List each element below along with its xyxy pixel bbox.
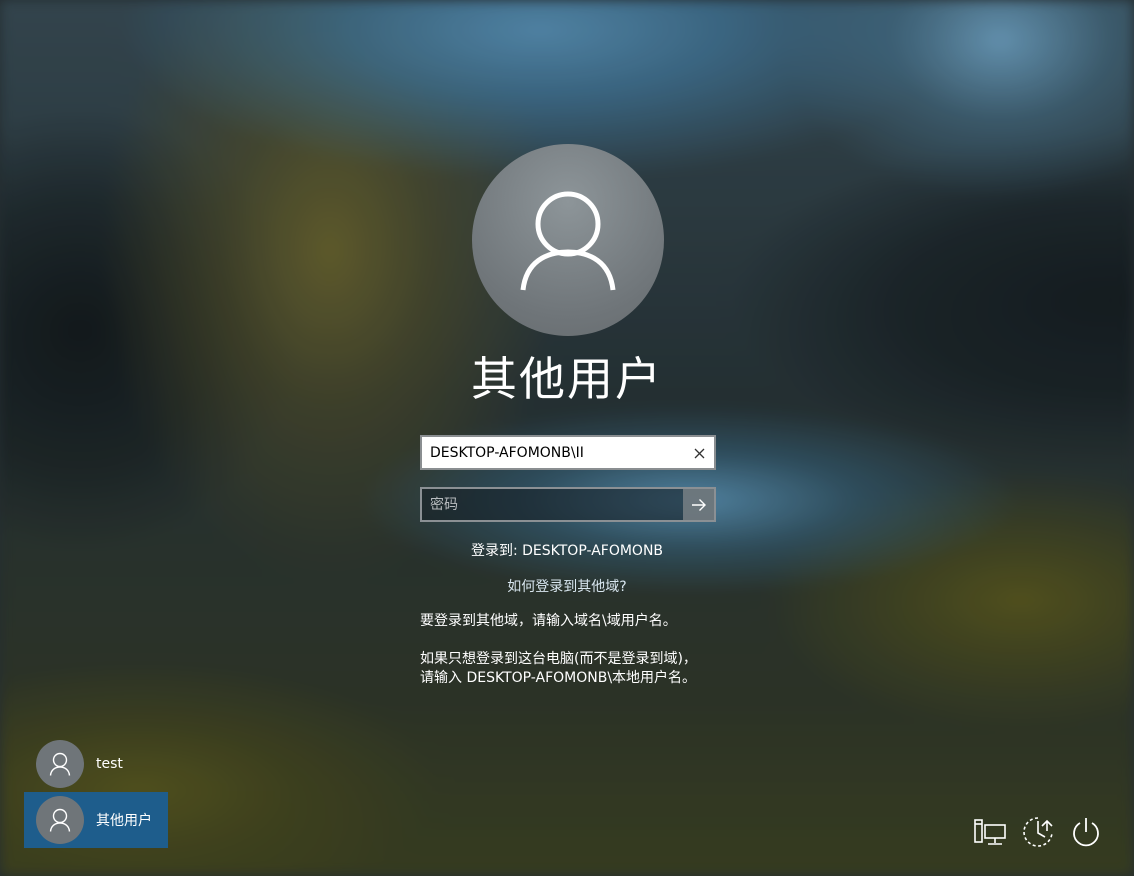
user-switch-name: 其他用户	[96, 813, 152, 829]
avatar	[36, 796, 84, 844]
user-name-title: 其他用户	[471, 352, 663, 406]
submit-button[interactable]	[683, 489, 714, 520]
arrow-right-icon	[691, 498, 706, 511]
clear-button[interactable]	[690, 444, 708, 462]
lock-screen: 其他用户 登录到: DESKTOP-AFOMONB 如何登录到其他域? 要登录到…	[0, 0, 1134, 876]
password-input[interactable]	[430, 489, 680, 520]
user-switch-item-selected[interactable]: 其他用户	[24, 792, 168, 848]
password-field[interactable]	[420, 487, 716, 522]
power-icon	[1073, 818, 1099, 847]
domain-info-text: 要登录到其他域，请输入域名\域用户名。	[420, 613, 677, 629]
user-switch-name: test	[96, 756, 123, 772]
network-button[interactable]	[970, 812, 1010, 852]
ease-of-access-icon	[1023, 817, 1053, 847]
ease-of-access-button[interactable]	[1018, 812, 1058, 852]
user-switch-item[interactable]: test	[24, 736, 168, 792]
avatar	[36, 740, 84, 788]
user-icon	[520, 191, 616, 291]
user-icon	[49, 808, 71, 832]
user-icon	[49, 752, 71, 776]
username-field[interactable]	[420, 435, 716, 470]
signin-target-text: 登录到: DESKTOP-AFOMONB	[470, 543, 664, 559]
local-info-text: 如果只想登录到这台电脑(而不是登录到域)，请输入 DESKTOP-AFOMONB…	[420, 651, 697, 686]
username-input[interactable]	[430, 437, 680, 468]
how-to-signin-link[interactable]: 如何登录到其他域?	[367, 576, 767, 596]
network-icon	[974, 819, 1006, 845]
close-icon	[694, 448, 704, 458]
power-button[interactable]	[1066, 812, 1106, 852]
user-avatar	[472, 144, 664, 336]
